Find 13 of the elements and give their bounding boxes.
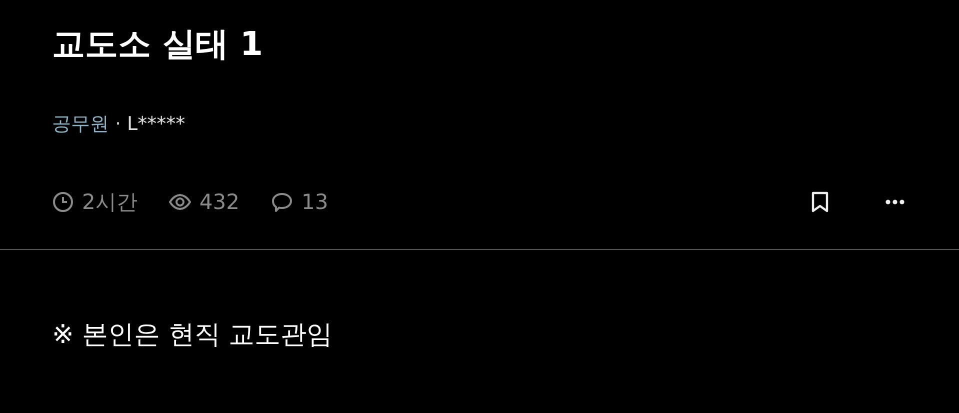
view-count: 432 (199, 189, 240, 216)
eye-icon (169, 191, 192, 213)
comment-count: 13 (301, 189, 328, 216)
separator: · (115, 112, 122, 137)
author-name: L***** (127, 112, 186, 137)
speech-bubble-icon (271, 191, 294, 213)
post-time: 2시간 (82, 189, 138, 216)
board-link[interactable]: 공무원 (52, 111, 109, 137)
bookmark-icon[interactable] (811, 191, 829, 213)
more-icon[interactable] (885, 199, 905, 205)
post-body: ※ 본인은 현직 교도관임 (52, 319, 334, 352)
clock-icon (52, 191, 74, 213)
post-title: 교도소 실태 1 (52, 23, 264, 65)
